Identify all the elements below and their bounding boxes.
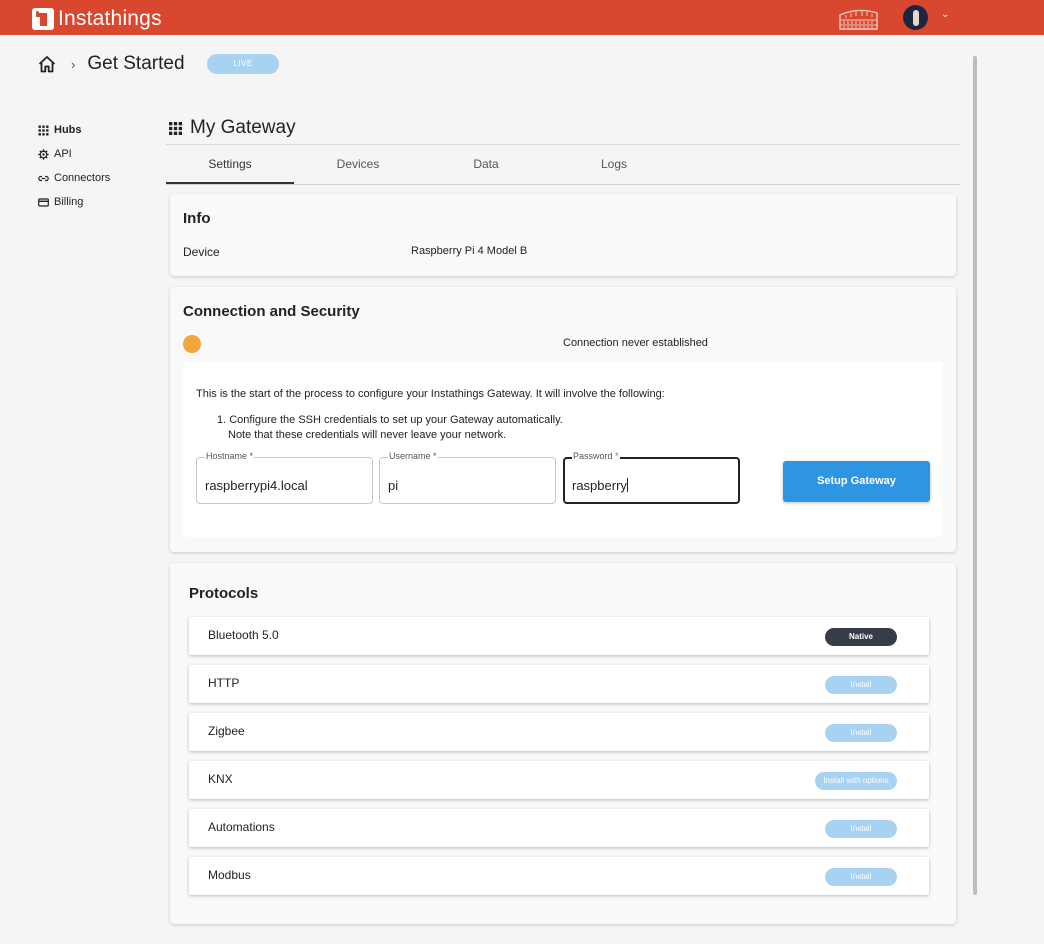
username-input[interactable] [388,478,548,493]
password-field[interactable]: Password * raspberry [563,451,740,504]
protocol-row-bluetooth: Bluetooth 5.0 Native [189,617,929,655]
install-button[interactable]: Install [825,724,897,742]
page-title: Get Started [87,53,185,74]
protocol-name: Zigbee [208,724,245,738]
tab-settings[interactable]: Settings [166,150,294,184]
info-card: Info Device Raspberry Pi 4 Model B [170,194,956,276]
sidebar-item-label: Connectors [54,172,111,184]
protocol-row-automations: Automations Install [189,809,929,847]
sidebar-item-label: API [54,148,72,160]
tab-data[interactable]: Data [422,150,550,184]
credit-card-icon [38,197,49,207]
protocol-name: KNX [208,772,233,786]
text-caret [626,478,628,492]
gateway-tabs: Settings Devices Data Logs [166,150,960,185]
username-label: Username * [388,451,438,461]
protocols-card: Protocols Bluetooth 5.0 Native HTTP Inst… [170,563,956,924]
step-note: Note that these credentials will never l… [228,429,507,441]
hostname-input[interactable] [205,478,365,493]
gear-icon [38,148,49,160]
username-field[interactable]: Username * [379,451,556,504]
connection-status-indicator [183,335,201,353]
connection-title: Connection and Security [183,303,360,320]
grid-icon [38,125,49,135]
hostname-field[interactable]: Hostname * [196,451,373,504]
link-icon [38,175,49,181]
install-button[interactable]: Install [825,868,897,886]
app-logo[interactable]: Instathings [32,7,162,31]
device-label: Device [183,245,220,259]
gateway-header: My Gateway [168,117,296,139]
password-label: Password * [572,451,620,461]
divider [166,144,960,145]
tab-logs[interactable]: Logs [550,150,678,184]
native-badge: Native [825,628,897,646]
sidebar-item-hubs[interactable]: Hubs [38,118,110,142]
colosseum-icon [839,9,878,30]
install-with-options-button[interactable]: Install with options [815,772,897,790]
sidebar-item-api[interactable]: API [38,142,110,166]
info-title: Info [183,210,211,227]
protocol-name: Modbus [208,868,251,882]
sidebar-item-label: Billing [54,196,84,208]
setup-panel: This is the start of the process to conf… [183,362,943,537]
device-value: Raspberry Pi 4 Model B [411,245,528,257]
protocol-name: Bluetooth 5.0 [208,628,279,642]
sidebar: Hubs API Connectors Billing [38,118,110,214]
breadcrumb: › Get Started [37,52,185,76]
grid-icon [169,121,182,135]
sidebar-item-billing[interactable]: Billing [38,190,110,214]
sidebar-item-connectors[interactable]: Connectors [38,166,110,190]
top-bar: Instathings ⌄ [0,0,1044,35]
vertical-scrollbar[interactable] [973,56,977,895]
install-button[interactable]: Install [825,820,897,838]
live-badge: LIVE [207,54,279,74]
protocol-row-http: HTTP Install [189,665,929,703]
setup-gateway-button[interactable]: Setup Gateway [783,461,930,502]
protocol-name: HTTP [208,676,240,690]
connection-status-text: Connection never established [563,337,708,349]
tab-devices[interactable]: Devices [294,150,422,184]
protocol-row-knx: KNX Install with options [189,761,929,799]
logo-icon [32,8,54,30]
install-button[interactable]: Install [825,676,897,694]
chevron-down-icon[interactable]: ⌄ [941,9,949,20]
home-icon[interactable] [37,54,57,74]
protocol-name: Automations [208,820,275,834]
step-text: 1. Configure the SSH credentials to set … [217,414,563,426]
sidebar-item-label: Hubs [54,124,82,136]
protocol-row-modbus: Modbus Install [189,857,929,895]
app-name: Instathings [58,7,162,30]
gateway-title: My Gateway [190,117,296,138]
user-avatar[interactable] [903,5,928,30]
connection-security-card: Connection and Security Connection never… [170,287,956,552]
hostname-label: Hostname * [205,451,255,461]
protocol-row-zigbee: Zigbee Install [189,713,929,751]
password-input[interactable]: raspberry [572,478,732,493]
breadcrumb-separator: › [71,56,76,72]
protocols-title: Protocols [189,585,259,602]
setup-steps: 1. Configure the SSH credentials to set … [217,413,563,443]
setup-intro: This is the start of the process to conf… [196,388,665,400]
